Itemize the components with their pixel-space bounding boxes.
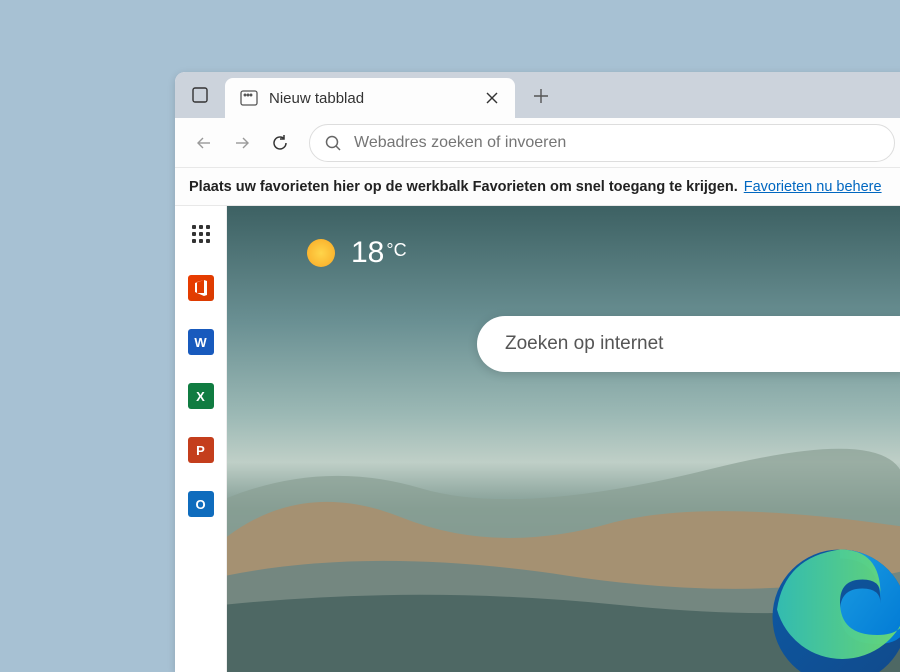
excel-icon: X	[188, 383, 214, 409]
address-bar[interactable]	[309, 124, 895, 162]
back-button[interactable]	[185, 124, 223, 162]
tab-title: Nieuw tabblad	[269, 90, 479, 107]
address-input[interactable]	[354, 134, 880, 152]
arrow-right-icon	[232, 133, 252, 153]
sidebar-item-word[interactable]: W	[187, 328, 215, 356]
sidebar-item-office[interactable]	[187, 274, 215, 302]
edge-logo-icon	[765, 542, 900, 672]
search-placeholder-text: Zoeken op internet	[505, 333, 663, 355]
tab-actions-icon	[191, 86, 209, 104]
powerpoint-icon: P	[188, 437, 214, 463]
close-icon	[486, 92, 498, 104]
close-tab-button[interactable]	[479, 85, 505, 111]
refresh-button[interactable]	[261, 124, 299, 162]
active-tab[interactable]: Nieuw tabblad	[225, 78, 515, 118]
weather-widget[interactable]: 18°C	[307, 236, 407, 270]
refresh-icon	[270, 133, 290, 153]
sun-icon	[307, 239, 335, 267]
app-launcher-button[interactable]	[187, 220, 215, 248]
word-icon: W	[188, 329, 214, 355]
search-icon	[324, 134, 342, 152]
browser-window: Nieuw tabblad Plaats uw favorieten hier …	[175, 72, 900, 672]
temperature-unit: °C	[386, 240, 406, 260]
temperature-display: 18°C	[351, 236, 407, 270]
tab-strip: Nieuw tabblad	[175, 72, 900, 118]
arrow-left-icon	[194, 133, 214, 153]
favorites-bar: Plaats uw favorieten hier op de werkbalk…	[175, 168, 900, 206]
new-tab-button[interactable]	[523, 78, 559, 114]
plus-icon	[533, 88, 549, 104]
navigation-toolbar	[175, 118, 900, 168]
content-area: W X P O 18°C	[175, 206, 900, 672]
tab-actions-button[interactable]	[181, 76, 219, 114]
sidebar: W X P O	[175, 206, 227, 672]
temperature-value: 18	[351, 236, 384, 269]
outlook-icon: O	[188, 491, 214, 517]
favorites-hint-text: Plaats uw favorieten hier op de werkbalk…	[189, 179, 738, 195]
tab-favicon-icon	[239, 88, 259, 108]
sidebar-item-excel[interactable]: X	[187, 382, 215, 410]
grid-icon	[192, 225, 210, 243]
office-icon	[188, 275, 214, 301]
sidebar-item-outlook[interactable]: O	[187, 490, 215, 518]
forward-button[interactable]	[223, 124, 261, 162]
sidebar-item-powerpoint[interactable]: P	[187, 436, 215, 464]
new-tab-page: 18°C Zoeken op internet	[227, 206, 900, 672]
search-box[interactable]: Zoeken op internet	[477, 316, 900, 372]
manage-favorites-link[interactable]: Favorieten nu behere	[744, 179, 882, 195]
